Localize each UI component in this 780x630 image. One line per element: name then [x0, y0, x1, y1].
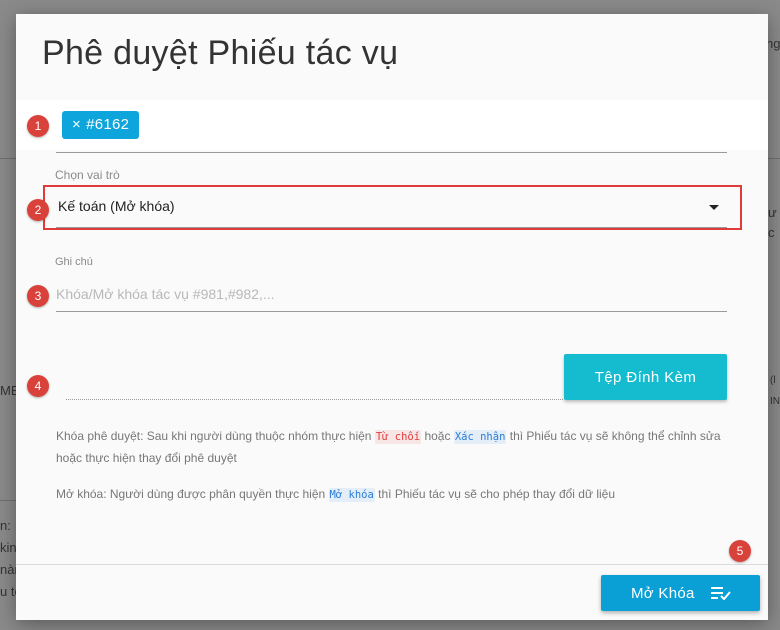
annotation-marker-2: 2: [27, 199, 49, 221]
background-fragment: kin: [0, 540, 17, 555]
lock-info-prefix: Khóa phê duyệt: Sau khi người dùng thuộc…: [56, 429, 372, 443]
annotation-highlight-box: [43, 185, 742, 230]
background-fragment: ng: [766, 36, 780, 51]
unlock-info-prefix: Mở khóa: Người dùng được phân quyền thực…: [56, 487, 326, 501]
unlock-info-suffix: thì Phiếu tác vụ sẽ cho phép thay đổi dữ…: [378, 487, 616, 501]
note-label: Ghi chú: [55, 256, 93, 268]
unlock-button-label: Mở Khóa: [631, 585, 695, 602]
background-divider: [0, 500, 16, 501]
background-divider: [0, 158, 16, 159]
attachment-list-line: [66, 399, 563, 400]
background-fragment: n:: [0, 518, 11, 533]
ticket-select-field[interactable]: × #6162: [56, 100, 727, 153]
note-input[interactable]: [56, 276, 727, 312]
close-icon[interactable]: ×: [72, 116, 81, 133]
ticket-chip[interactable]: × #6162: [62, 111, 140, 139]
unlock-keyword: Mở khóa: [328, 488, 375, 502]
background-fragment: ư: [768, 205, 777, 220]
dialog-title: Phê duyệt Phiếu tác vụ: [42, 34, 399, 72]
reject-keyword: Từ chối: [374, 430, 422, 444]
lock-info-or: hoặc: [424, 429, 451, 443]
annotation-marker-3: 3: [27, 285, 49, 307]
background-fragment: c: [768, 225, 775, 240]
lock-info-text: Khóa phê duyệt: Sau khi người dùng thuộc…: [56, 426, 736, 469]
background-fragment: INI: [770, 396, 780, 407]
footer-divider: [16, 564, 768, 565]
annotation-marker-1: 1: [27, 115, 49, 137]
unlock-info-text: Mở khóa: Người dùng được phân quyền thực…: [56, 484, 736, 506]
background-fragment: (l: [770, 375, 776, 386]
confirm-keyword: Xác nhận: [453, 430, 507, 444]
attach-file-button[interactable]: Tệp Đính Kèm: [564, 354, 727, 400]
playlist-check-icon: [711, 587, 731, 600]
ticket-chip-label: #6162: [86, 116, 130, 133]
unlock-button[interactable]: Mở Khóa: [601, 575, 760, 611]
annotation-marker-5: 5: [729, 540, 751, 562]
background-divider: [768, 158, 780, 159]
approve-ticket-dialog: Phê duyệt Phiếu tác vụ × #6162 Chọn vai t…: [16, 14, 768, 620]
role-label: Chọn vai trò: [55, 168, 120, 182]
annotation-marker-4: 4: [27, 375, 49, 397]
